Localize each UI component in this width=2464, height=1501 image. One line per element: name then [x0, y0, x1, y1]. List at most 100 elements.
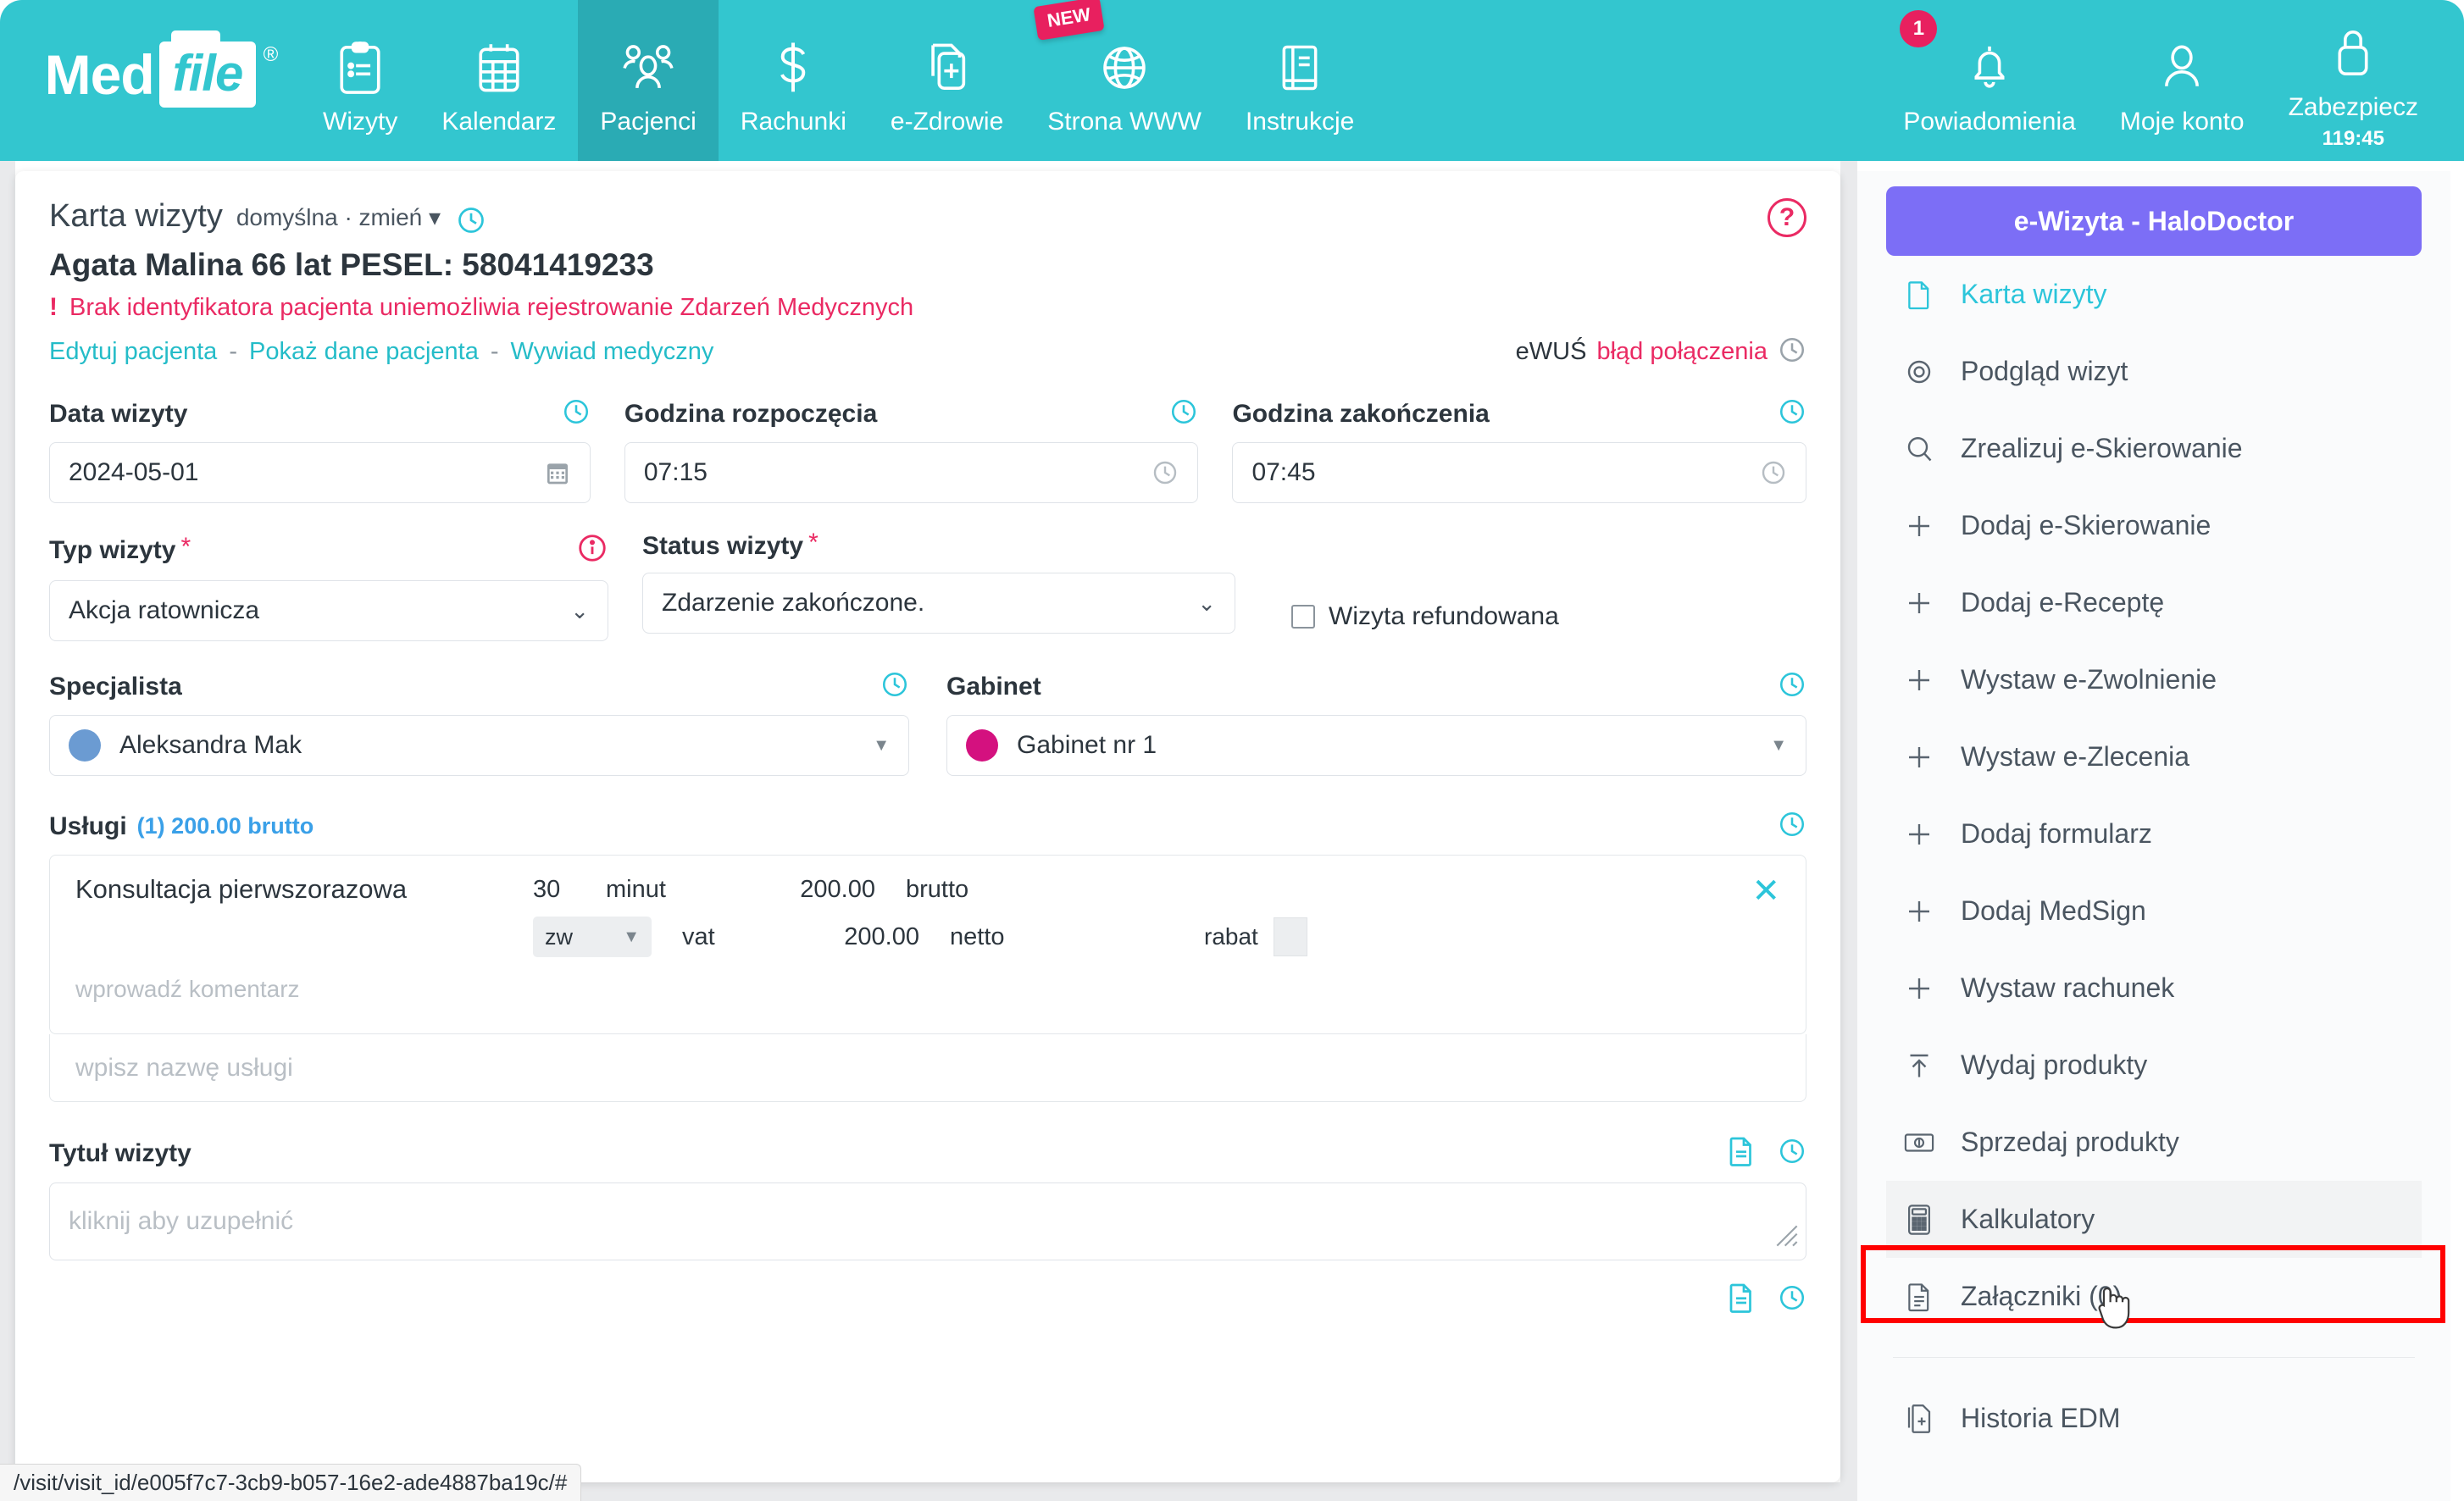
nav-item-label: Instrukcje [1245, 108, 1355, 136]
sidebar-item-kalkulatory[interactable]: Kalkulatory [1886, 1181, 2422, 1258]
template-selector-label: domyślna · zmień [236, 204, 423, 230]
nav-item-powiadomienia[interactable]: 1 Powiadomienia [1881, 0, 2097, 161]
discount-input[interactable] [1273, 917, 1307, 956]
document-icon[interactable] [1727, 1282, 1756, 1317]
plus-icon [1901, 665, 1937, 695]
sidebar-item-dodaj-medsign[interactable]: Dodaj MedSign [1886, 872, 2422, 950]
visit-actions-sidebar: e-Wizyta - HaloDoctor Karta wizyty Podgl… [1857, 171, 2450, 1501]
nav-item-label: Strona WWW [1047, 108, 1201, 136]
clock-icon[interactable] [1760, 459, 1787, 486]
link-pokaz-dane-pacjenta[interactable]: Pokaż dane pacjenta [249, 338, 479, 366]
field-group-visit-status: Status wizyty * Zdarzenie zakończone. ⌄ [642, 529, 1235, 641]
sidebar-item-zrealizuj-e-skierowanie[interactable]: Zrealizuj e-Skierowanie [1886, 410, 2422, 487]
bottom-icon-group [49, 1282, 1806, 1317]
question-circle-icon[interactable]: ? [1768, 198, 1806, 237]
visit-type-select[interactable]: Akcja ratownicza ⌄ [49, 580, 608, 641]
nav-item-kalendarz[interactable]: Kalendarz [419, 0, 578, 161]
visit-title-placeholder: kliknij aby uzupełnić [69, 1207, 294, 1235]
template-selector[interactable]: domyślna · zmień ▾ [236, 203, 441, 231]
service-gross-amount[interactable]: 200.00 [758, 876, 875, 904]
history-clock-icon[interactable] [1778, 397, 1806, 430]
history-clock-icon[interactable] [1169, 397, 1198, 430]
sidebar-item-wydaj-produkty[interactable]: Wydaj produkty [1886, 1027, 2422, 1104]
warning-exclamation-icon: ! [49, 293, 58, 321]
logo-text-file: file [172, 45, 244, 102]
service-duration[interactable]: 30 [533, 876, 606, 904]
calendar-icon[interactable] [544, 459, 571, 486]
discount-field[interactable]: rabat [1204, 917, 1307, 956]
service-name[interactable]: Konsultacja pierwszorazowa [75, 874, 533, 905]
service-net-amount[interactable]: 200.00 [802, 923, 919, 951]
nav-item-pacjenci[interactable]: Pacjenci [578, 0, 719, 161]
room-color-dot [966, 729, 998, 762]
sidebar-item-wystaw-rachunek[interactable]: Wystaw rachunek [1886, 950, 2422, 1027]
service-net-label: netto [950, 922, 1005, 950]
sidebar-item-karta-wizyty[interactable]: Karta wizyty [1886, 256, 2422, 333]
resize-grip-icon[interactable] [1775, 1224, 1799, 1255]
sidebar-item-wystaw-e-zwolnienie[interactable]: Wystaw e-Zwolnienie [1886, 641, 2422, 718]
sidebar-item-sprzedaj-produkty[interactable]: Sprzedaj produkty [1886, 1104, 2422, 1181]
nav-item-e-zdrowie[interactable]: e-Zdrowie [869, 0, 1025, 161]
sidebar-item-label: Wystaw rachunek [1961, 972, 2175, 1003]
service-duration-unit: minut [606, 875, 666, 903]
history-clock-icon[interactable] [880, 670, 909, 703]
brand-logo[interactable]: Med file ® [0, 0, 301, 161]
datetime-row: Data wizyty 2024-05-01 Godzina rozpoczęc… [49, 397, 1807, 503]
end-time-input[interactable]: 07:45 [1232, 442, 1807, 503]
card-header: Karta wizyty domyślna · zmień ▾ ? [49, 198, 1806, 237]
sidebar-item-dodaj-formularz[interactable]: Dodaj formularz [1886, 795, 2422, 872]
history-clock-icon[interactable] [1778, 670, 1806, 703]
refunded-checkbox[interactable]: Wizyta refundowana [1291, 591, 1559, 641]
start-time-input[interactable]: 07:15 [624, 442, 1199, 503]
link-wywiad-medyczny[interactable]: Wywiad medyczny [511, 338, 714, 366]
ewizyta-halodoctor-button[interactable]: e-Wizyta - HaloDoctor [1886, 186, 2422, 256]
visit-status-value: Zdarzenie zakończone. [662, 589, 925, 617]
sidebar-item-wystaw-e-zlecenia[interactable]: Wystaw e-Zlecenia [1886, 718, 2422, 795]
document-icon[interactable] [1727, 1136, 1756, 1171]
sidebar-item-dodaj-e-skierowanie[interactable]: Dodaj e-Skierowanie [1886, 487, 2422, 564]
nav-item-instrukcje[interactable]: Instrukcje [1224, 0, 1376, 161]
visit-type-value: Akcja ratownicza [69, 596, 260, 624]
date-input[interactable]: 2024-05-01 [49, 442, 591, 503]
room-select[interactable]: Gabinet nr 1 ▼ [946, 715, 1806, 776]
service-row: ✕ Konsultacja pierwszorazowa 30 minut 20… [49, 855, 1806, 1034]
nav-item-rachunki[interactable]: Rachunki [719, 0, 869, 161]
specialist-select[interactable]: Aleksandra Mak ▼ [49, 715, 909, 776]
sidebar-item-dodaj-e-recepte[interactable]: Dodaj e-Receptę [1886, 564, 2422, 641]
checkbox-box[interactable] [1291, 604, 1315, 629]
history-clock-icon[interactable] [562, 397, 591, 430]
bell-icon [1965, 36, 2014, 99]
nav-item-moje-konto[interactable]: Moje konto [2098, 0, 2267, 161]
services-header: Usługi (1) 200.00 brutto [49, 810, 1806, 843]
sidebar-item-zalaczniki[interactable]: Załączniki (0) [1886, 1258, 2422, 1335]
add-service-input[interactable]: wpisz nazwę usługi [49, 1034, 1806, 1102]
info-circle-icon[interactable] [576, 532, 608, 568]
visit-status-select[interactable]: Zdarzenie zakończone. ⌄ [642, 573, 1235, 634]
search-icon [1901, 434, 1937, 464]
field-label: Specjalista [49, 672, 182, 701]
history-clock-icon[interactable] [1778, 810, 1806, 843]
close-x-icon[interactable]: ✕ [1751, 874, 1780, 908]
specialist-color-dot [69, 729, 101, 762]
nav-item-zabezpiecz[interactable]: Zabezpiecz 119:45 [2267, 0, 2440, 161]
sidebar-item-historia-edm[interactable]: Historia EDM [1886, 1380, 2422, 1457]
plus-icon [1901, 511, 1937, 541]
sidebar-item-podglad-wizyt[interactable]: Podgląd wizyt [1886, 333, 2422, 410]
sidebar-item-label: Dodaj e-Receptę [1961, 587, 2165, 618]
book-icon [1276, 36, 1324, 99]
lock-icon [2328, 22, 2378, 85]
history-clock-icon[interactable] [1778, 335, 1806, 368]
clock-icon[interactable] [1152, 459, 1179, 486]
history-clock-icon[interactable] [1778, 1283, 1806, 1316]
nav-item-strona-www[interactable]: NEW Strona WWW [1025, 0, 1224, 161]
field-label: Gabinet [946, 672, 1041, 701]
plus-icon [1901, 819, 1937, 850]
history-clock-icon[interactable] [456, 205, 486, 240]
history-clock-icon[interactable] [1778, 1137, 1806, 1170]
field-group-start-time: Godzina rozpoczęcia 07:15 [624, 397, 1199, 503]
nav-item-wizyty[interactable]: Wizyty [301, 0, 419, 161]
link-edytuj-pacjenta[interactable]: Edytuj pacjenta [49, 338, 217, 366]
service-comment-input[interactable]: wprowadź komentarz [75, 976, 1780, 1003]
vat-select[interactable]: zw ▼ [533, 917, 652, 957]
visit-title-textarea[interactable]: kliknij aby uzupełnić [49, 1183, 1806, 1260]
